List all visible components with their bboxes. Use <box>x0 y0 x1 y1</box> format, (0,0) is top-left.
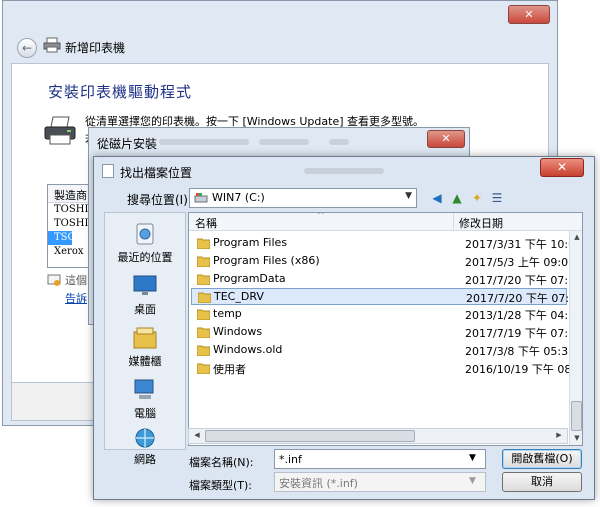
printer-icon <box>44 116 76 145</box>
file-row[interactable]: Program Files (x86) 2017/5/3 上午 09:07 <box>191 253 575 270</box>
cancel-button[interactable]: 取消 <box>502 472 582 492</box>
column-header-name[interactable]: 名稱 <box>195 215 217 231</box>
chevron-down-icon[interactable]: ▼ <box>405 191 412 201</box>
disk-dialog-close-button[interactable]: ✕ <box>427 130 465 148</box>
file-name: TEC_DRV <box>214 290 264 303</box>
signed-driver-icon <box>47 274 61 286</box>
file-name: ProgramData <box>213 272 286 285</box>
place-computer[interactable]: 電腦 <box>105 377 185 421</box>
file-list-header: 名稱 ^ 修改日期 <box>189 213 582 231</box>
file-row[interactable]: 使用者 2016/10/19 下午 08... <box>191 360 582 377</box>
file-date: 2017/3/8 下午 05:31 <box>465 345 576 358</box>
drive-icon <box>194 193 208 203</box>
file-date: 2017/5/3 上午 09:07 <box>465 256 576 269</box>
up-folder-icon[interactable]: ▲ <box>448 189 466 207</box>
wizard-heading: 安裝印表機驅動程式 <box>48 83 193 101</box>
back-icon[interactable]: ◀ <box>428 189 446 207</box>
wizard-close-button[interactable]: ✕ <box>508 5 550 24</box>
place-libraries[interactable]: 媒體櫃 <box>105 325 185 369</box>
file-row[interactable]: ProgramData 2017/7/20 下午 07:16 <box>191 271 582 288</box>
folder-icon <box>197 274 210 285</box>
place-network[interactable]: 網路 <box>105 427 185 467</box>
scroll-right-icon[interactable]: ▶ <box>553 431 565 439</box>
obscured-title-text <box>329 139 349 145</box>
chevron-down-icon[interactable]: ▼ <box>469 453 476 463</box>
file-name: Windows.old <box>213 343 283 356</box>
desktop-icon <box>133 275 157 295</box>
sort-arrow-icon: ^ <box>317 212 325 221</box>
driver-signed-text: 這個 <box>65 274 87 287</box>
file-date: 2017/7/19 下午 07:19 <box>465 327 583 340</box>
places-bar: 最近的位置 桌面 媒體櫃 電腦 網路 <box>104 212 186 466</box>
folder-icon <box>197 238 210 249</box>
file-name: Windows <box>213 325 263 338</box>
horizontal-scroll-thumb[interactable] <box>205 430 415 442</box>
file-row[interactable]: Program Files 2017/3/31 下午 10:05 <box>191 235 582 252</box>
file-name-input[interactable] <box>274 449 486 469</box>
wizard-title: 新增印表機 <box>65 41 126 55</box>
folder-icon <box>197 327 210 338</box>
file-row[interactable]: Windows.old 2017/3/8 下午 05:31 <box>191 342 575 359</box>
network-icon <box>135 428 155 448</box>
libraries-icon <box>133 327 157 349</box>
folder-icon <box>197 363 210 374</box>
look-in-value: WIN7 (C:) <box>212 191 265 204</box>
file-name: 使用者 <box>213 363 246 376</box>
file-list[interactable]: 名稱 ^ 修改日期 Program Files 2017/3/31 下午 10:… <box>188 212 583 446</box>
obscured-title-text <box>259 139 309 145</box>
manufacturer-item-selected[interactable]: TSC <box>48 231 75 245</box>
obscured-title-text <box>304 168 384 174</box>
locate-dialog-title: 找出檔案位置 <box>120 166 193 180</box>
scroll-down-icon[interactable]: ▼ <box>571 434 582 442</box>
column-divider[interactable] <box>453 213 454 231</box>
disk-dialog-title: 從磁片安裝 <box>97 137 158 151</box>
file-type-label: 檔案類型(T): <box>189 479 253 492</box>
vertical-scroll-thumb[interactable] <box>571 401 582 431</box>
file-date: 2017/7/20 下午 07:15 <box>466 292 583 305</box>
file-name-label: 檔案名稱(N): <box>189 456 254 469</box>
folder-icon <box>197 345 210 356</box>
obscured-title-text <box>159 139 249 145</box>
file-row[interactable]: Windows 2017/7/19 下午 07:19 <box>191 324 582 341</box>
horizontal-scrollbar[interactable]: ◀ ▶ <box>188 428 568 444</box>
file-name: Program Files <box>213 236 288 249</box>
scroll-left-icon[interactable]: ◀ <box>191 431 203 439</box>
open-button[interactable]: 開啟舊檔(O) <box>502 449 582 469</box>
computer-icon <box>134 379 154 399</box>
back-arrow-button[interactable]: ← <box>17 38 37 58</box>
place-recent[interactable]: 最近的位置 <box>105 221 185 265</box>
file-row[interactable]: temp 2013/1/28 下午 04:36 <box>191 306 582 323</box>
place-desktop[interactable]: 桌面 <box>105 273 185 317</box>
folder-icon <box>197 309 210 320</box>
file-date: 2016/10/19 下午 08... <box>465 363 582 376</box>
folder-icon <box>197 256 210 267</box>
file-name: Program Files (x86) <box>213 254 320 267</box>
view-menu-icon[interactable]: ☰ <box>488 189 506 207</box>
document-icon <box>102 164 114 178</box>
chevron-down-icon[interactable]: ▼ <box>469 476 476 486</box>
file-row-selected[interactable]: TEC_DRV 2017/7/20 下午 07:15 <box>191 288 582 305</box>
locate-dialog-close-button[interactable]: ✕ <box>540 158 584 177</box>
printer-icon <box>43 37 61 53</box>
file-date: 2017/7/20 下午 07:16 <box>465 274 583 287</box>
column-header-date[interactable]: 修改日期 <box>459 215 503 231</box>
locate-file-dialog: 找出檔案位置 ✕ 搜尋位置(I): WIN7 (C:) ▼ ◀ ▲ ✦ ☰ 最近… <box>93 156 595 500</box>
driver-signing-info-link[interactable]: 告訴 <box>65 290 87 306</box>
look-in-label: 搜尋位置(I): <box>127 193 192 207</box>
file-type-dropdown[interactable]: 安裝資訊 (*.inf) <box>274 472 486 492</box>
file-date: 2017/3/31 下午 10:05 <box>465 238 583 251</box>
vertical-scrollbar[interactable]: ▲ ▼ <box>569 231 582 445</box>
scroll-up-icon[interactable]: ▲ <box>571 233 582 241</box>
file-date: 2013/1/28 下午 04:36 <box>465 309 583 322</box>
file-name: temp <box>213 307 242 320</box>
recent-places-icon <box>136 223 154 245</box>
folder-icon <box>198 292 211 303</box>
new-folder-icon[interactable]: ✦ <box>468 189 486 207</box>
look-in-dropdown[interactable]: WIN7 (C:) ▼ <box>189 188 417 208</box>
